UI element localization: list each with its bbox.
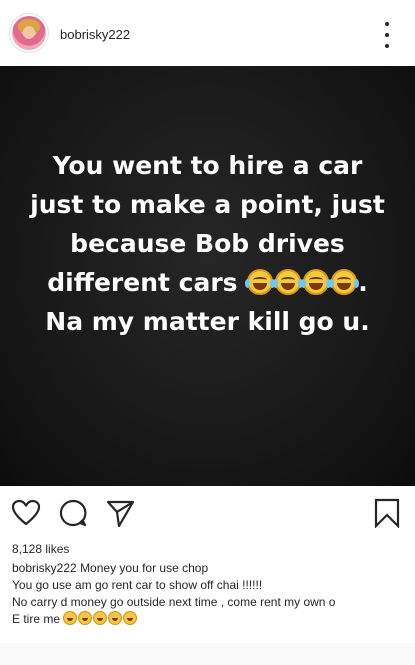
comment-icon[interactable] — [58, 498, 88, 528]
post-info: 8,128 likes bobrisky222 Money you for us… — [0, 538, 415, 643]
post-text-period: . — [358, 268, 368, 297]
caption-text: Money you for use chop — [80, 561, 209, 575]
laughing-tears-emoji-icon — [63, 611, 78, 626]
caption-line: E tire me — [12, 611, 407, 628]
caption-emoji-row — [63, 611, 138, 628]
more-dot — [385, 22, 389, 26]
post-image-text: You went to hire a car just to make a po… — [20, 146, 395, 341]
caption-line: No carry d money go outside next time , … — [12, 595, 336, 609]
post-text-line-with-emoji: different cars . — [20, 263, 395, 302]
laughing-tears-emoji-icon — [93, 611, 108, 626]
post-text-line: Na my matter kill go u. — [45, 307, 370, 336]
bookmark-icon[interactable] — [372, 498, 402, 528]
caption-username[interactable]: bobrisky222 — [12, 561, 77, 575]
likes-count[interactable]: 8,128 likes — [12, 542, 69, 556]
avatar-face — [23, 26, 35, 39]
laughing-tears-emoji-icon — [245, 269, 276, 295]
avatar[interactable] — [12, 16, 46, 50]
caption: bobrisky222 Money you for use chop You g… — [12, 560, 407, 628]
post-header: bobrisky222 — [0, 0, 415, 66]
caption-text: E tire me — [12, 612, 61, 626]
laughing-tears-emoji-icon — [301, 269, 332, 295]
instagram-post: bobrisky222 You went to hire a car just … — [0, 0, 415, 665]
post-text-line: because Bob drives — [70, 229, 345, 258]
laughing-tears-emoji-icon — [329, 269, 360, 295]
laughing-tears-emoji-icon — [273, 269, 304, 295]
post-image[interactable]: You went to hire a car just to make a po… — [0, 66, 415, 486]
laughing-tears-emoji-icon — [108, 611, 123, 626]
caption-line: bobrisky222 Money you for use chop — [12, 560, 407, 577]
more-dot — [385, 33, 389, 37]
laughing-tears-emoji-icon — [123, 611, 138, 626]
post-text-line: You went to hire a car — [52, 151, 363, 180]
heart-icon[interactable] — [11, 498, 41, 528]
post-text-fragment: different cars — [47, 268, 238, 297]
more-dot — [385, 44, 389, 48]
bottom-spacer — [0, 643, 415, 665]
caption-line: You go use am go rent car to show off ch… — [12, 578, 263, 592]
paper-plane-icon[interactable] — [105, 498, 135, 528]
post-text-line: just to make a point, just — [30, 190, 385, 219]
post-username[interactable]: bobrisky222 — [60, 27, 130, 42]
laughing-tears-emoji-icon — [78, 611, 93, 626]
more-vertical-icon[interactable] — [380, 22, 394, 48]
action-bar — [0, 486, 415, 538]
